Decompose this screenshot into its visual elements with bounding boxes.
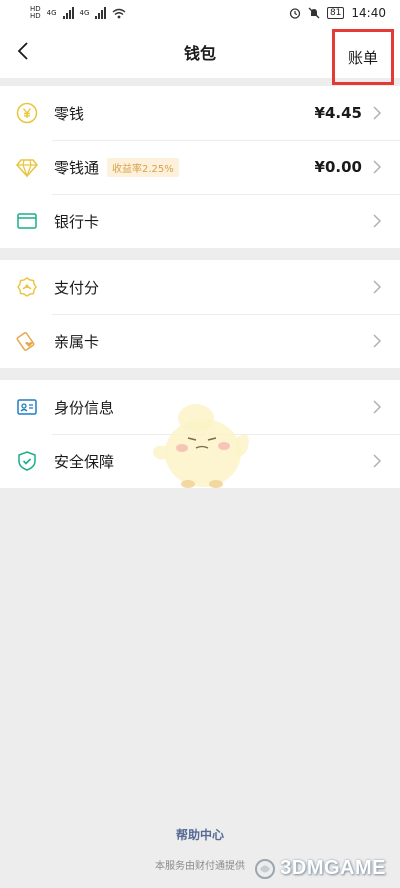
signal-icon-2 [95,7,107,19]
section-services: 支付分 亲属卡 [0,260,400,368]
row-payscore[interactable]: 支付分 [0,260,400,314]
chevron-right-icon [373,400,382,414]
network-label-1: 4G [46,8,57,17]
row-label: 亲属卡 [54,332,100,351]
bill-button[interactable]: 账单 [332,29,394,85]
row-label: 银行卡 [54,212,100,231]
mascot-illustration [153,404,249,488]
shield-icon [16,450,38,472]
watermark-logo-icon [255,858,276,879]
status-left: HD HD 4G 4G [30,6,126,20]
row-family-card[interactable]: 亲属卡 [0,314,400,368]
alarm-icon [289,8,301,19]
back-button[interactable] [8,36,38,66]
row-label: 零钱通 [54,158,100,177]
chevron-right-icon [373,454,382,468]
signal-icon [62,7,74,19]
row-label: 零钱 [54,104,85,123]
hd-label-2: HD [30,12,41,20]
chevron-right-icon [373,214,382,228]
divider-gap [0,368,400,380]
id-card-icon [16,396,38,418]
divider-gap [0,248,400,260]
chevron-right-icon [373,334,382,348]
yuan-coin-icon [16,102,38,124]
page-title: 钱包 [183,44,216,63]
hd-indicators: HD HD [30,6,41,20]
back-icon [17,42,28,60]
bill-button-label: 账单 [347,48,378,67]
family-card-icon [16,330,38,352]
help-center-link[interactable]: 帮助中心 [0,826,400,843]
row-label: 支付分 [54,278,100,297]
row-value: ¥4.45 [314,104,362,122]
network-label-2: 4G [79,8,90,17]
battery-indicator: 81 [326,7,345,19]
status-bar: HD HD 4G 4G 81 14:40 [0,0,400,26]
row-bank-card[interactable]: 银行卡 [0,194,400,248]
yield-badge: 收益率2.25% [107,157,179,177]
clock: 14:40 [351,6,386,20]
payscore-icon [16,276,38,298]
chevron-right-icon [373,106,382,120]
row-label: 身份信息 [54,398,115,417]
diamond-icon [16,156,38,178]
chevron-right-icon [373,160,382,174]
chevron-right-icon [373,280,382,294]
bank-card-icon [16,210,38,232]
wifi-icon [112,8,126,18]
watermark: 3DMGAME [254,857,386,880]
section-balance: 零钱 ¥4.45 零钱通 收益率2.25% ¥0.00 银行卡 [0,86,400,248]
row-label: 安全保障 [54,452,115,471]
row-change[interactable]: 零钱 ¥4.45 [0,86,400,140]
status-right: 81 14:40 [289,6,386,20]
row-lingqiantong[interactable]: 零钱通 收益率2.25% ¥0.00 [0,140,400,194]
header: 钱包 账单 [0,26,400,85]
row-value: ¥0.00 [314,158,362,176]
mute-bell-icon [308,7,320,19]
watermark-text: 3DMGAME [280,857,386,879]
